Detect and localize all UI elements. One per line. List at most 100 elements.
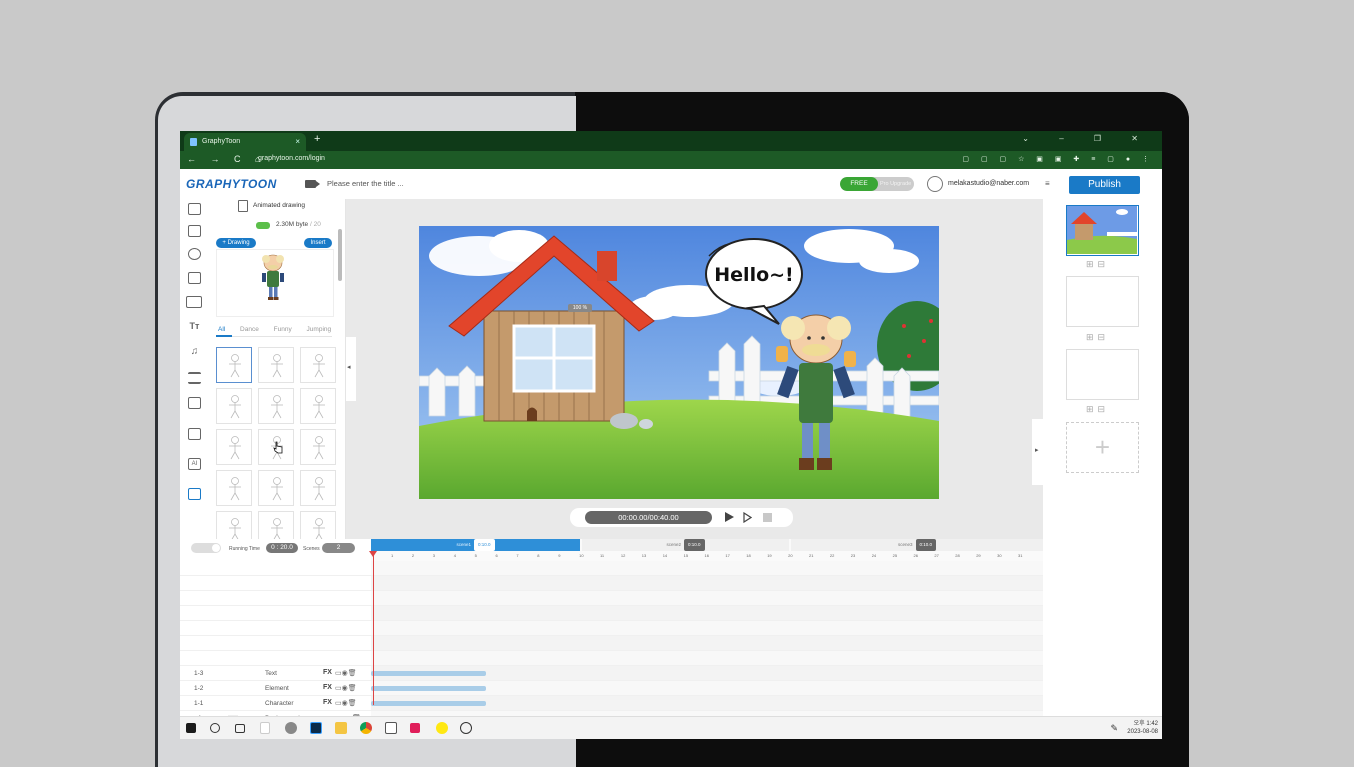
- scene-canvas[interactable]: Hello~!: [419, 226, 939, 499]
- motion-thumbnail[interactable]: [258, 347, 294, 383]
- layer-fx-button[interactable]: FX: [323, 684, 332, 691]
- animated-drawing-icon[interactable]: [188, 488, 201, 500]
- project-title-input[interactable]: Please enter the title ...: [327, 179, 404, 188]
- file-icon[interactable]: [260, 722, 270, 734]
- layer-fx-button[interactable]: FX: [323, 699, 332, 706]
- layer-tools-icons[interactable]: ▭◉🗑: [335, 684, 357, 692]
- layer-clip[interactable]: [371, 701, 486, 706]
- motion-thumbnail[interactable]: [300, 470, 336, 506]
- scene-segment-2[interactable]: scene2 0:10.0: [582, 539, 789, 551]
- running-time-value[interactable]: 0 : 20.0: [266, 543, 298, 553]
- layout-icon[interactable]: [188, 225, 201, 237]
- photoshop-icon[interactable]: [310, 722, 322, 734]
- ai-icon[interactable]: AI: [188, 458, 201, 470]
- pen-icon[interactable]: ✎: [1110, 723, 1118, 734]
- background-icon[interactable]: [186, 296, 202, 308]
- task-view-icon[interactable]: [235, 724, 245, 733]
- collapse-left-button[interactable]: [346, 337, 356, 401]
- chat-app-icon[interactable]: [385, 722, 397, 734]
- timeline-zoom[interactable]: 100 %: [568, 304, 592, 312]
- nav-buttons[interactable]: ← → C ⌂: [187, 154, 266, 164]
- play-icon[interactable]: [725, 512, 734, 522]
- layer-lane[interactable]: [371, 681, 1043, 695]
- category-all[interactable]: All: [218, 326, 225, 333]
- scene-thumbnail-1[interactable]: [1066, 205, 1139, 256]
- motion-thumbnail[interactable]: [216, 429, 252, 465]
- effect-icon[interactable]: [188, 372, 201, 384]
- scene-thumbnail-3[interactable]: [1066, 349, 1139, 400]
- layer-row-element[interactable]: 1-2 Element FX ▭◉🗑: [180, 681, 1043, 696]
- layer-lane[interactable]: [371, 606, 1043, 620]
- layer-lane[interactable]: [371, 666, 1043, 680]
- motion-thumbnail[interactable]: [258, 470, 294, 506]
- app-logo[interactable]: GRAPHYTOON: [186, 177, 277, 191]
- url-field[interactable]: graphytoon.com/login: [258, 155, 325, 162]
- preview-scrollbar[interactable]: [338, 229, 342, 281]
- layer-lane[interactable]: [371, 576, 1043, 590]
- new-tab-button[interactable]: +: [314, 133, 320, 145]
- extension-icons[interactable]: ▢ ▢ ▢ ☆ ▣ ▣ ✚ ≡ ▢ ● ⋮: [962, 155, 1154, 163]
- layer-clip[interactable]: [371, 671, 486, 676]
- layer-tools-icons[interactable]: ▭◉🗑: [335, 669, 357, 677]
- scene-thumbnail-2[interactable]: [1066, 276, 1139, 327]
- tab-close-icon[interactable]: ×: [295, 133, 300, 151]
- image-icon[interactable]: [188, 272, 201, 284]
- motion-thumbnail[interactable]: [300, 388, 336, 424]
- plan-toggle[interactable]: FREE Pro Upgrade: [840, 177, 914, 191]
- category-funny[interactable]: Funny: [274, 326, 292, 333]
- motion-thumbnail[interactable]: [216, 347, 252, 383]
- slack-icon[interactable]: [410, 723, 420, 733]
- layer-fx-button[interactable]: FX: [323, 669, 332, 676]
- timeline-ruler[interactable]: scene1 0:10.0 scene2 0:10.0 scene3 0:10.0 1…: [371, 539, 1043, 561]
- windows-start-icon[interactable]: [186, 723, 196, 733]
- motion-thumbnail[interactable]: [216, 470, 252, 506]
- publish-button[interactable]: Publish: [1069, 176, 1140, 194]
- user-menu-icon[interactable]: ≡: [1045, 179, 1050, 188]
- kakaotalk-icon[interactable]: [436, 722, 448, 734]
- user-avatar-icon[interactable]: [927, 176, 943, 192]
- add-drawing-button[interactable]: + Drawing: [216, 238, 256, 248]
- category-jumping[interactable]: Jumping: [307, 326, 332, 333]
- scene-segment-3[interactable]: scene3 0:10.0: [791, 539, 1043, 551]
- play-scene-icon[interactable]: [743, 512, 752, 523]
- scene-controls-2[interactable]: ⊞⊟: [1086, 332, 1109, 343]
- add-scene-button[interactable]: +: [1066, 422, 1139, 473]
- misc-app-icon[interactable]: [460, 722, 472, 734]
- app-icon[interactable]: [285, 722, 297, 734]
- layer-tools-icons[interactable]: ▭◉🗑: [335, 699, 357, 707]
- music-icon[interactable]: ♫: [188, 347, 201, 359]
- system-clock[interactable]: 오후 1:42 2023-08-08: [1127, 720, 1158, 736]
- motion-thumbnail[interactable]: [300, 429, 336, 465]
- running-time-toggle[interactable]: [191, 543, 221, 553]
- sticker-icon[interactable]: [188, 428, 201, 440]
- scene-segment-1[interactable]: scene1 0:10.0: [371, 539, 580, 551]
- layer-lane[interactable]: [371, 636, 1043, 650]
- stop-icon[interactable]: [763, 513, 772, 522]
- timeline-playhead[interactable]: [369, 551, 377, 705]
- layer-lane[interactable]: [371, 621, 1043, 635]
- layer-row-character[interactable]: 1-1 Character FX ▭◉🗑: [180, 696, 1043, 711]
- video-icon[interactable]: [188, 397, 201, 409]
- layer-lane[interactable]: [371, 591, 1043, 605]
- motion-thumbnail[interactable]: [258, 388, 294, 424]
- layer-row-text[interactable]: 1-3 Text FX ▭◉🗑: [180, 666, 1043, 681]
- layer-clip[interactable]: [371, 686, 486, 691]
- motion-thumbnail[interactable]: [216, 388, 252, 424]
- search-icon[interactable]: [210, 723, 220, 733]
- motion-thumbnail[interactable]: [300, 347, 336, 383]
- folder-icon[interactable]: [335, 722, 347, 734]
- template-icon[interactable]: [188, 203, 201, 215]
- browser-tab[interactable]: GraphyToon ×: [184, 133, 306, 151]
- collapse-right-button[interactable]: [1032, 419, 1043, 485]
- layer-lane[interactable]: [371, 651, 1043, 665]
- scene-controls-1[interactable]: ⊞⊟: [1086, 259, 1109, 270]
- window-controls[interactable]: ⌄ – ❐ ✕: [1022, 134, 1152, 143]
- insert-button[interactable]: Insert: [304, 238, 332, 248]
- category-dance[interactable]: Dance: [240, 326, 259, 333]
- shapes-icon[interactable]: [188, 248, 201, 260]
- text-icon[interactable]: Tт: [188, 321, 201, 333]
- layer-lane[interactable]: [371, 561, 1043, 575]
- chrome-icon[interactable]: [360, 722, 372, 734]
- layer-lane[interactable]: [371, 696, 1043, 710]
- scene-controls-3[interactable]: ⊞⊟: [1086, 404, 1109, 415]
